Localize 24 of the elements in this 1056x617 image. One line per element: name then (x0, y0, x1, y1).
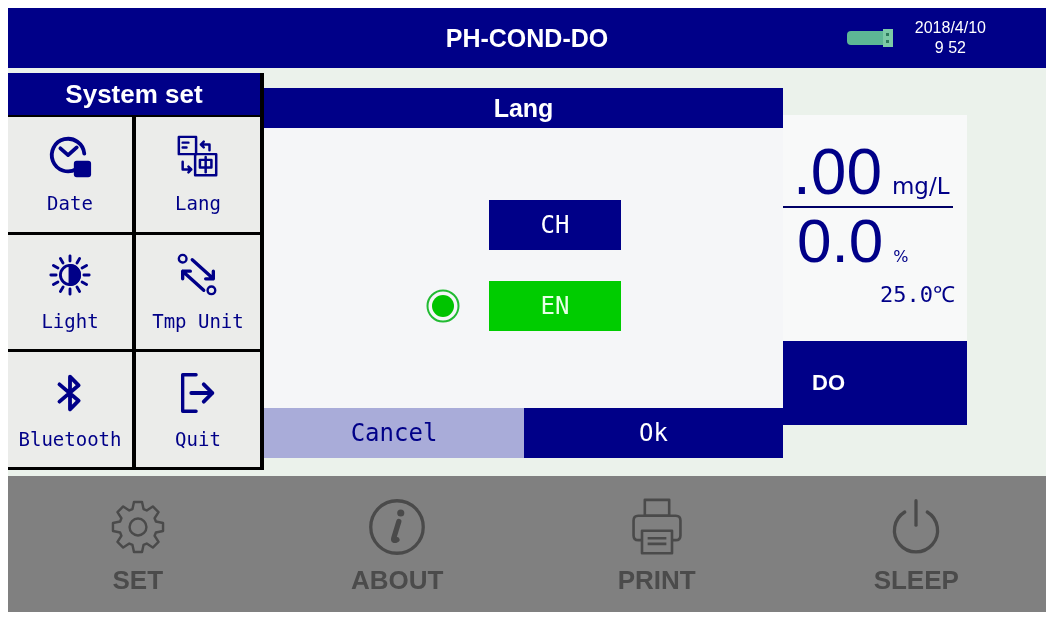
brightness-icon (47, 252, 93, 298)
unit-label: mg/L (891, 173, 950, 199)
language-option[interactable]: CH (489, 200, 621, 250)
menu-tile[interactable]: Tmp Unit (136, 234, 260, 350)
saturation-value: 0.0 (797, 210, 884, 272)
menu-tile[interactable]: Bluetooth (8, 352, 132, 467)
time-text: 9 52 (934, 38, 966, 58)
usb-plug-icon (846, 28, 893, 48)
menu-tile[interactable]: Quit (136, 352, 260, 467)
info-icon (367, 497, 428, 557)
cancel-button[interactable]: Cancel (264, 408, 524, 458)
menu-tile[interactable]: Date (8, 117, 132, 232)
temperature-reading: 25.0℃ (880, 281, 955, 308)
panel-title: System set (8, 73, 260, 115)
radio-dot-icon (426, 289, 460, 323)
ok-button[interactable]: Ok (524, 408, 783, 458)
menu-tile[interactable]: Lang (136, 117, 260, 232)
app-title: PH-COND-DO (445, 23, 609, 53)
menu-tile[interactable]: Light (8, 234, 132, 350)
unit-label: % (893, 247, 909, 266)
date-text: 2018/4/10 (914, 18, 986, 38)
dialog-title: Lang (264, 88, 783, 128)
reading-value: .00 (793, 140, 882, 204)
mode-tab[interactable]: DO (783, 341, 967, 425)
